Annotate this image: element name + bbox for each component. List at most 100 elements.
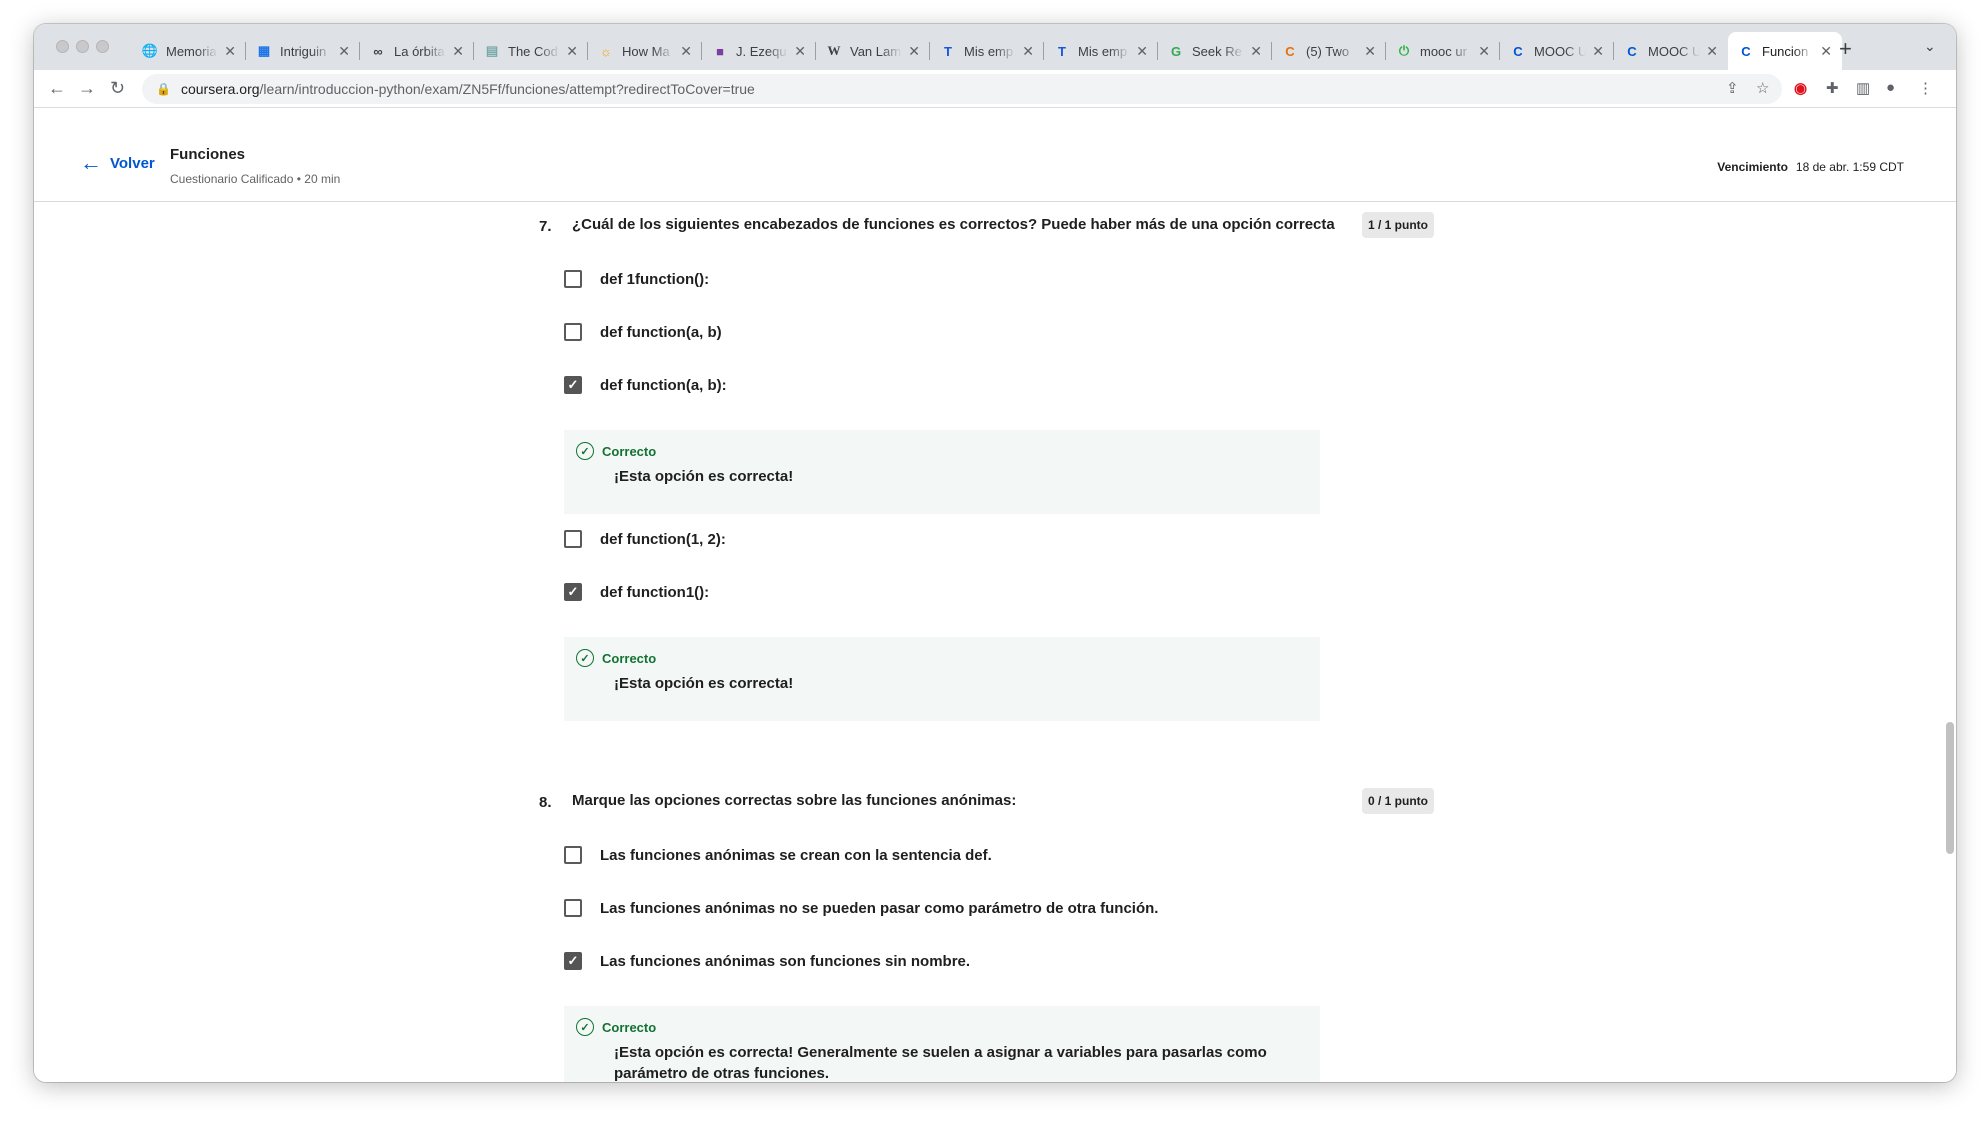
arrow-left-icon: ← [80, 150, 102, 175]
answer-option[interactable]: Las funciones anónimas se crean con la s… [564, 846, 992, 864]
checkbox[interactable] [564, 530, 582, 548]
table-icon: ▦ [257, 43, 271, 58]
coursera-icon: C [1741, 43, 1751, 59]
page-title: Funciones [170, 146, 246, 163]
close-tab-icon[interactable]: ✕ [794, 43, 806, 60]
tab-strip: 🌐 Memoria ✕ ▦ Intriguin ✕ ∞ La órbita ✕ … [34, 24, 1956, 70]
page-subtitle: Cuestionario Calificado • 20 min [170, 172, 341, 186]
colorful-c-icon: C [1285, 43, 1295, 59]
answer-option[interactable]: def 1function(): [564, 270, 709, 288]
infinity-icon: ∞ [373, 43, 383, 59]
answer-option[interactable]: def function(a, b) [564, 323, 722, 341]
lock-icon: 🔒 [156, 82, 171, 96]
reload-icon[interactable]: ↻ [110, 78, 125, 99]
checkbox[interactable] [564, 270, 582, 288]
browser-tab[interactable]: C MOOC U ✕ [1500, 32, 1614, 70]
close-tab-icon[interactable]: ✕ [338, 43, 350, 60]
coursera-icon: C [1627, 43, 1637, 59]
close-tab-icon[interactable]: ✕ [1592, 43, 1604, 60]
checkbox[interactable] [564, 323, 582, 341]
scrollbar[interactable] [1946, 722, 1954, 854]
answer-option[interactable]: ✓ def function(a, b): [564, 376, 727, 394]
checkbox[interactable] [564, 899, 582, 917]
browser-tab[interactable]: ☼ How Ma ✕ [588, 32, 702, 70]
browser-tab[interactable]: W Van Lam ✕ [816, 32, 930, 70]
feedback-box: ✓ Correcto ¡Esta opción es correcta! [564, 637, 1320, 721]
quiz-content: 7. ¿Cuál de los siguientes encabezados d… [34, 202, 1956, 1082]
feedback-text: ¡Esta opción es correcta! [614, 675, 794, 692]
close-tab-icon[interactable]: ✕ [908, 43, 920, 60]
chevron-down-icon[interactable]: ⌄ [1924, 38, 1936, 55]
answer-option[interactable]: ✓ def function1(): [564, 583, 709, 601]
url-path: /learn/introduccion-python/exam/ZN5Ff/fu… [259, 81, 755, 97]
question-text: ¿Cuál de los siguientes encabezados de f… [572, 216, 1335, 233]
sidebar-icon[interactable]: ▥ [1856, 79, 1870, 97]
answer-option[interactable]: def function(1, 2): [564, 530, 726, 548]
question-text: Marque las opciones correctas sobre las … [572, 792, 1017, 809]
browser-tab[interactable]: C (5) Two ✕ [1272, 32, 1386, 70]
check-circle-icon: ✓ [576, 442, 594, 460]
browser-tab[interactable]: 🌐 Memoria ✕ [132, 32, 246, 70]
close-tab-icon[interactable]: ✕ [1820, 43, 1832, 60]
star-icon[interactable]: ☆ [1756, 79, 1769, 97]
close-tab-icon[interactable]: ✕ [1364, 43, 1376, 60]
zoom-window-button[interactable] [96, 40, 109, 53]
browser-tab[interactable]: ⏻ mooc ur ✕ [1386, 32, 1500, 70]
checkbox-checked[interactable]: ✓ [564, 376, 582, 394]
close-tab-icon[interactable]: ✕ [224, 43, 236, 60]
checkbox-checked[interactable]: ✓ [564, 583, 582, 601]
new-tab-icon[interactable]: + [1839, 36, 1852, 62]
close-tab-icon[interactable]: ✕ [1250, 43, 1262, 60]
browser-tab[interactable]: ▦ Intriguin ✕ [246, 32, 360, 70]
feedback-text: ¡Esta opción es correcta! [614, 468, 794, 485]
feedback-box: ✓ Correcto ¡Esta opción es correcta! Gene… [564, 1006, 1320, 1082]
browser-tab[interactable]: G Seek Re ✕ [1158, 32, 1272, 70]
green-power-icon: ⏻ [1398, 43, 1410, 58]
close-tab-icon[interactable]: ✕ [1478, 43, 1490, 60]
browser-tab[interactable]: ∞ La órbita ✕ [360, 32, 474, 70]
score-badge: 0 / 1 punto [1362, 788, 1434, 814]
browser-tab[interactable]: T Mis emp ✕ [930, 32, 1044, 70]
google-icon: G [1170, 43, 1182, 59]
answer-option[interactable]: ✓ Las funciones anónimas son funciones s… [564, 952, 970, 970]
back-arrow-icon[interactable]: ← [48, 78, 66, 99]
blue-t-icon: T [1058, 43, 1066, 59]
question-number: 7. [539, 218, 552, 235]
address-bar[interactable]: 🔒 coursera.org/learn/introduccion-python… [142, 74, 1782, 104]
page-icon: ▤ [485, 43, 499, 58]
close-tab-icon[interactable]: ✕ [452, 43, 464, 60]
opera-icon[interactable]: ◉ [1794, 79, 1807, 97]
answer-option[interactable]: Las funciones anónimas no se pueden pasa… [564, 899, 1158, 917]
close-window-button[interactable] [56, 40, 69, 53]
browser-tab-active[interactable]: C Funcion ✕ [1728, 32, 1842, 70]
globe-icon: 🌐 [141, 43, 159, 58]
browser-window: 🌐 Memoria ✕ ▦ Intriguin ✕ ∞ La órbita ✕ … [34, 24, 1956, 1082]
browser-tab[interactable]: C MOOC U ✕ [1614, 32, 1728, 70]
close-tab-icon[interactable]: ✕ [1706, 43, 1718, 60]
wikipedia-icon: W [827, 43, 841, 58]
page-header: ← Volver Funciones Cuestionario Califica… [34, 108, 1956, 202]
question-number: 8. [539, 794, 552, 811]
close-tab-icon[interactable]: ✕ [566, 43, 578, 60]
avatar[interactable]: ● [1886, 79, 1895, 96]
back-button[interactable]: ← Volver [80, 152, 155, 174]
feedback-text: ¡Esta opción es correcta! Generalmente s… [614, 1044, 1267, 1082]
score-badge: 1 / 1 punto [1362, 212, 1434, 238]
blue-t-icon: T [944, 43, 952, 59]
share-icon[interactable]: ⇪ [1726, 79, 1739, 97]
more-menu-icon[interactable]: ⋮ [1918, 79, 1933, 97]
minimize-window-button[interactable] [76, 40, 89, 53]
close-tab-icon[interactable]: ✕ [680, 43, 692, 60]
checkbox-checked[interactable]: ✓ [564, 952, 582, 970]
browser-tab[interactable]: ▤ The Cod ✕ [474, 32, 588, 70]
close-tab-icon[interactable]: ✕ [1136, 43, 1148, 60]
forward-arrow-icon[interactable]: → [78, 78, 96, 99]
close-tab-icon[interactable]: ✕ [1022, 43, 1034, 60]
coursera-icon: C [1513, 43, 1523, 59]
puzzle-icon[interactable]: ✚ [1826, 79, 1839, 97]
checkbox[interactable] [564, 846, 582, 864]
url-host: coursera.org [180, 81, 260, 97]
browser-tab[interactable]: T Mis emp ✕ [1044, 32, 1158, 70]
sun-icon: ☼ [600, 43, 612, 59]
browser-tab[interactable]: ■ J. Ezequ ✕ [702, 32, 816, 70]
